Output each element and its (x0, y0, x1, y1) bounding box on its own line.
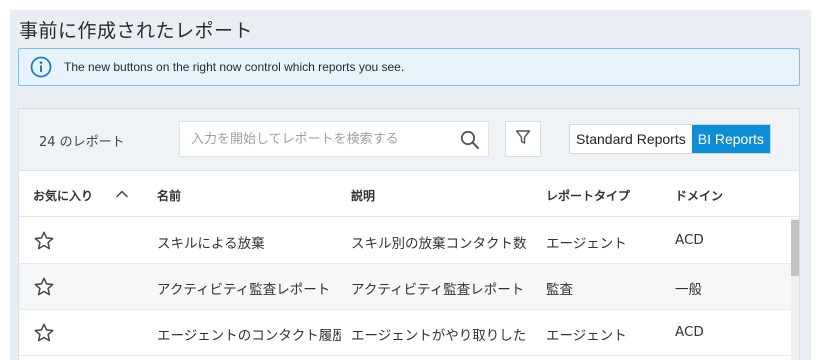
report-name[interactable]: エージェントのコンタクト履歴 (157, 324, 341, 344)
report-description: スキル別の放棄コンタクト数 (351, 236, 527, 252)
report-name[interactable]: スキルによる放棄 (157, 232, 341, 252)
search-box (179, 121, 489, 157)
report-list: スキルによる放棄 スキル別の放棄コンタクト数 エージェント ACD アクティビテ… (19, 218, 791, 356)
info-banner: The new buttons on the right now control… (18, 48, 800, 86)
chevron-up-icon[interactable] (115, 186, 129, 200)
report-name[interactable]: アクティビティ監査レポート (157, 278, 341, 298)
reports-panel: 24 のレポート Standard Reports (18, 108, 800, 360)
table-row[interactable]: アクティビティ監査レポート アクティビティ監査レポート 監査 一般 (19, 264, 791, 310)
column-header-domain[interactable]: ドメイン (675, 187, 723, 204)
info-icon (30, 56, 52, 78)
report-domain: 一般 (675, 282, 702, 298)
filter-icon (515, 129, 531, 149)
list-scrollbar[interactable] (791, 218, 799, 360)
scrollbar-thumb[interactable] (791, 220, 799, 276)
report-domain: ACD (675, 232, 704, 248)
table-header: お気に入り 名前 説明 レポートタイプ ドメイン (19, 171, 799, 217)
column-header-favorite[interactable]: お気に入り (33, 187, 93, 204)
report-type: エージェント (546, 236, 627, 252)
standard-reports-button[interactable]: Standard Reports (570, 125, 692, 153)
report-description: アクティビティ監査レポート (351, 282, 525, 298)
report-count: 24 のレポート (39, 135, 125, 150)
page-container: 事前に作成されたレポート The new buttons on the righ… (10, 10, 811, 360)
bi-reports-button[interactable]: BI Reports (691, 125, 770, 153)
reports-toolbar: 24 のレポート Standard Reports (19, 109, 799, 171)
star-icon[interactable] (33, 230, 55, 252)
star-icon[interactable] (33, 276, 55, 298)
star-icon[interactable] (33, 322, 55, 344)
table-row[interactable]: エージェントのコンタクト履歴 エージェントがやり取りした エージェント ACD (19, 310, 791, 356)
page-title: 事前に作成されたレポート (19, 20, 254, 42)
table-row[interactable]: スキルによる放棄 スキル別の放棄コンタクト数 エージェント ACD (19, 218, 791, 264)
search-input[interactable] (180, 122, 450, 156)
report-type: エージェント (546, 328, 627, 344)
column-header-report-type[interactable]: レポートタイプ (546, 187, 630, 204)
info-banner-text: The new buttons on the right now control… (64, 60, 405, 74)
report-source-toggle: Standard Reports BI Reports (569, 124, 771, 154)
report-domain: ACD (675, 324, 704, 340)
search-icon[interactable] (460, 130, 480, 150)
report-type: 監査 (546, 282, 573, 298)
column-header-description[interactable]: 説明 (351, 187, 375, 204)
report-description: エージェントがやり取りした (351, 328, 527, 344)
filter-button[interactable] (505, 121, 541, 157)
column-header-name[interactable]: 名前 (157, 187, 181, 204)
